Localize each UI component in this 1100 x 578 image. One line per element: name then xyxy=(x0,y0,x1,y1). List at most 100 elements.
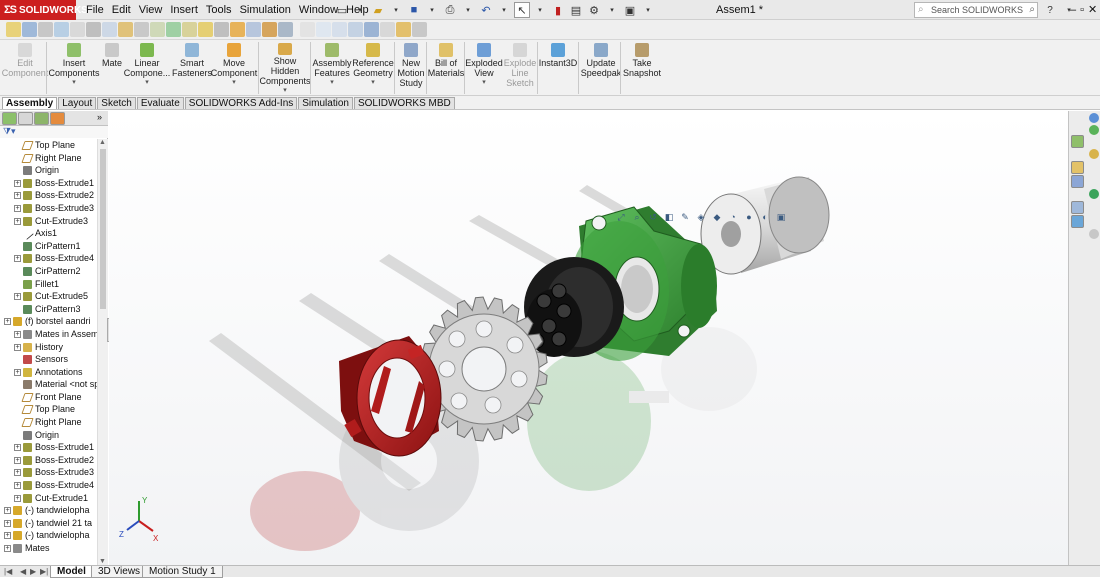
tree-item[interactable]: + (f) borstel aandri xyxy=(0,315,97,328)
zoom-to-area-icon[interactable]: ⌕ xyxy=(631,211,643,223)
reference-geometry-button[interactable]: Reference Geometry ▾ xyxy=(352,40,394,96)
property-manager-tab-icon[interactable] xyxy=(18,112,33,125)
trim-icon[interactable] xyxy=(134,22,149,37)
scroll-up-icon[interactable]: ▲ xyxy=(99,139,106,146)
menu-file[interactable]: File xyxy=(82,0,108,20)
expand-toggle-icon[interactable]: + xyxy=(14,293,21,301)
smart-fasteners-button[interactable]: Smart Fasteners xyxy=(170,40,214,96)
expand-toggle-icon[interactable]: + xyxy=(14,482,21,490)
search-go-icon[interactable]: ⌕ xyxy=(1029,3,1035,17)
linear-component-button[interactable]: Linear Compone... ▾ xyxy=(124,40,170,96)
dropdown-arrow-icon[interactable]: ▾ xyxy=(283,86,287,96)
tree-item[interactable]: Top Plane xyxy=(0,403,97,416)
tree-item[interactable]: + Boss-Extrude4 xyxy=(0,252,97,265)
toolbox-icon[interactable] xyxy=(1071,215,1084,228)
smart-dimension-icon[interactable] xyxy=(22,22,37,37)
display-icon[interactable]: ▣ xyxy=(622,2,638,18)
tab-layout[interactable]: Layout xyxy=(58,97,97,109)
tree-item[interactable]: Right Plane xyxy=(0,416,97,429)
menu-view[interactable]: View xyxy=(135,0,167,20)
menu-insert[interactable]: Insert xyxy=(166,0,202,20)
view-settings-icon[interactable]: ▣ xyxy=(775,211,787,223)
tree-item[interactable]: + Boss-Extrude1 xyxy=(0,177,97,190)
edit-component-button[interactable]: Edit Component xyxy=(2,40,48,96)
tree-item[interactable]: Axis1 xyxy=(0,227,97,240)
take-snapshot-button[interactable]: Take Snapshot xyxy=(622,40,662,96)
view-orientation-icon[interactable] xyxy=(348,22,363,37)
weldment-icon[interactable] xyxy=(214,22,229,37)
line-icon[interactable] xyxy=(38,22,53,37)
tree-item[interactable]: Right Plane xyxy=(0,152,97,165)
tree-item[interactable]: Origin xyxy=(0,164,97,177)
file-explorer-icon[interactable] xyxy=(1089,149,1099,159)
instant3d-button[interactable]: Instant3D xyxy=(538,40,578,96)
tree-item[interactable]: + Boss-Extrude3 xyxy=(0,202,97,215)
dynamic-annotation-icon[interactable]: ✎ xyxy=(679,211,691,223)
display-style-icon[interactable] xyxy=(364,22,379,37)
configuration-manager-tab-icon[interactable] xyxy=(34,112,49,125)
tree-item[interactable]: + Boss-Extrude2 xyxy=(0,189,97,202)
prev-tab-arrow-icon[interactable]: ◀ xyxy=(20,566,26,577)
tab-model[interactable]: Model xyxy=(50,566,93,578)
tree-item[interactable]: Material <not sp xyxy=(0,378,97,391)
expand-toggle-icon[interactable]: + xyxy=(4,532,11,540)
mass-properties-icon[interactable] xyxy=(230,22,245,37)
tree-item[interactable]: Sensors xyxy=(0,353,97,366)
expand-toggle-icon[interactable]: + xyxy=(14,343,21,351)
exploded-view-button[interactable]: Exploded View ▾ xyxy=(465,40,503,96)
tree-item[interactable]: + Boss-Extrude1 xyxy=(0,441,97,454)
dropdown-arrow-icon[interactable]: ▾ xyxy=(482,78,486,88)
assembly-features-button[interactable]: Assembly Features ▾ xyxy=(312,40,352,96)
search-help-input[interactable]: ⌕ Search SOLIDWORKS Help ⌕ xyxy=(914,2,1038,29)
tree-item[interactable]: + Mates in Assem1 xyxy=(0,328,97,341)
dropdown-arrow-icon[interactable]: ▾ xyxy=(496,2,512,18)
rebuild-icon[interactable]: ▮ xyxy=(550,2,566,18)
tree-item[interactable]: CirPattern3 xyxy=(0,303,97,316)
mate-button[interactable]: Mate xyxy=(100,40,124,96)
dropdown-arrow-icon[interactable]: ▾ xyxy=(460,2,476,18)
expand-toggle-icon[interactable]: + xyxy=(14,255,21,263)
tree-item[interactable]: + Cut-Extrude1 xyxy=(0,492,97,505)
sketch-icon[interactable] xyxy=(6,22,21,37)
zoom-area-icon[interactable] xyxy=(316,22,331,37)
previous-view-icon[interactable]: ↺ xyxy=(647,211,659,223)
expand-panel-icon[interactable]: » xyxy=(97,112,102,122)
undo-icon[interactable]: ↶ xyxy=(478,2,494,18)
tab-evaluate[interactable]: Evaluate xyxy=(136,97,184,109)
display-style-icon[interactable]: ◆ xyxy=(711,211,723,223)
expand-toggle-icon[interactable]: + xyxy=(14,179,21,187)
spline-icon[interactable] xyxy=(102,22,117,37)
expand-toggle-icon[interactable]: + xyxy=(14,494,21,502)
add-in-icon[interactable] xyxy=(1089,229,1099,239)
maximize-icon[interactable]: ▫ xyxy=(1080,0,1084,20)
tree-item[interactable]: + Mates xyxy=(0,542,97,555)
tab-3d-views[interactable]: 3D Views xyxy=(91,566,148,578)
expand-toggle-icon[interactable]: + xyxy=(4,545,11,552)
tab-motion-study-1[interactable]: Motion Study 1 xyxy=(142,566,223,578)
fillet-sketch-icon[interactable] xyxy=(118,22,133,37)
offset-icon[interactable] xyxy=(166,22,181,37)
hide-show-items-icon[interactable]: ◔ xyxy=(727,211,739,223)
zoom-to-fit-icon[interactable]: ⤢ xyxy=(615,211,627,223)
expand-toggle-icon[interactable]: + xyxy=(14,444,21,452)
tree-item[interactable]: + (-) tandwielopha xyxy=(0,504,97,517)
tab-solidworks-add-ins[interactable]: SOLIDWORKS Add-Ins xyxy=(184,97,298,109)
render-icon[interactable] xyxy=(412,22,427,37)
select-pointer-icon[interactable]: ↖ xyxy=(514,2,530,18)
viewport-minimize-icon[interactable]: ▭ xyxy=(1021,111,1030,112)
menu-tools[interactable]: Tools xyxy=(202,0,236,20)
viewport-maximize-icon[interactable]: ▢ xyxy=(1033,111,1042,112)
tab-assembly[interactable]: Assembly xyxy=(2,97,58,109)
section-icon[interactable] xyxy=(278,22,293,37)
tab-solidworks-mbd[interactable]: SOLIDWORKS MBD xyxy=(353,97,455,109)
tree-scrollbar[interactable]: ▲ ▼ xyxy=(97,139,108,565)
dropdown-arrow-icon[interactable]: ▾ xyxy=(72,78,76,88)
first-tab-arrow-icon[interactable]: |◀ xyxy=(4,566,12,577)
dropdown-arrow-icon[interactable]: ▾ xyxy=(604,2,620,18)
dropdown-arrow-icon[interactable]: ▾ xyxy=(371,78,375,88)
feature-manager-tab-icon[interactable] xyxy=(2,112,17,125)
tree-item[interactable]: Fillet1 xyxy=(0,278,97,291)
viewport-close-icon[interactable]: ✕ xyxy=(1044,111,1052,112)
scene-icon[interactable] xyxy=(396,22,411,37)
new-document-icon[interactable]: ▭ xyxy=(334,2,350,18)
